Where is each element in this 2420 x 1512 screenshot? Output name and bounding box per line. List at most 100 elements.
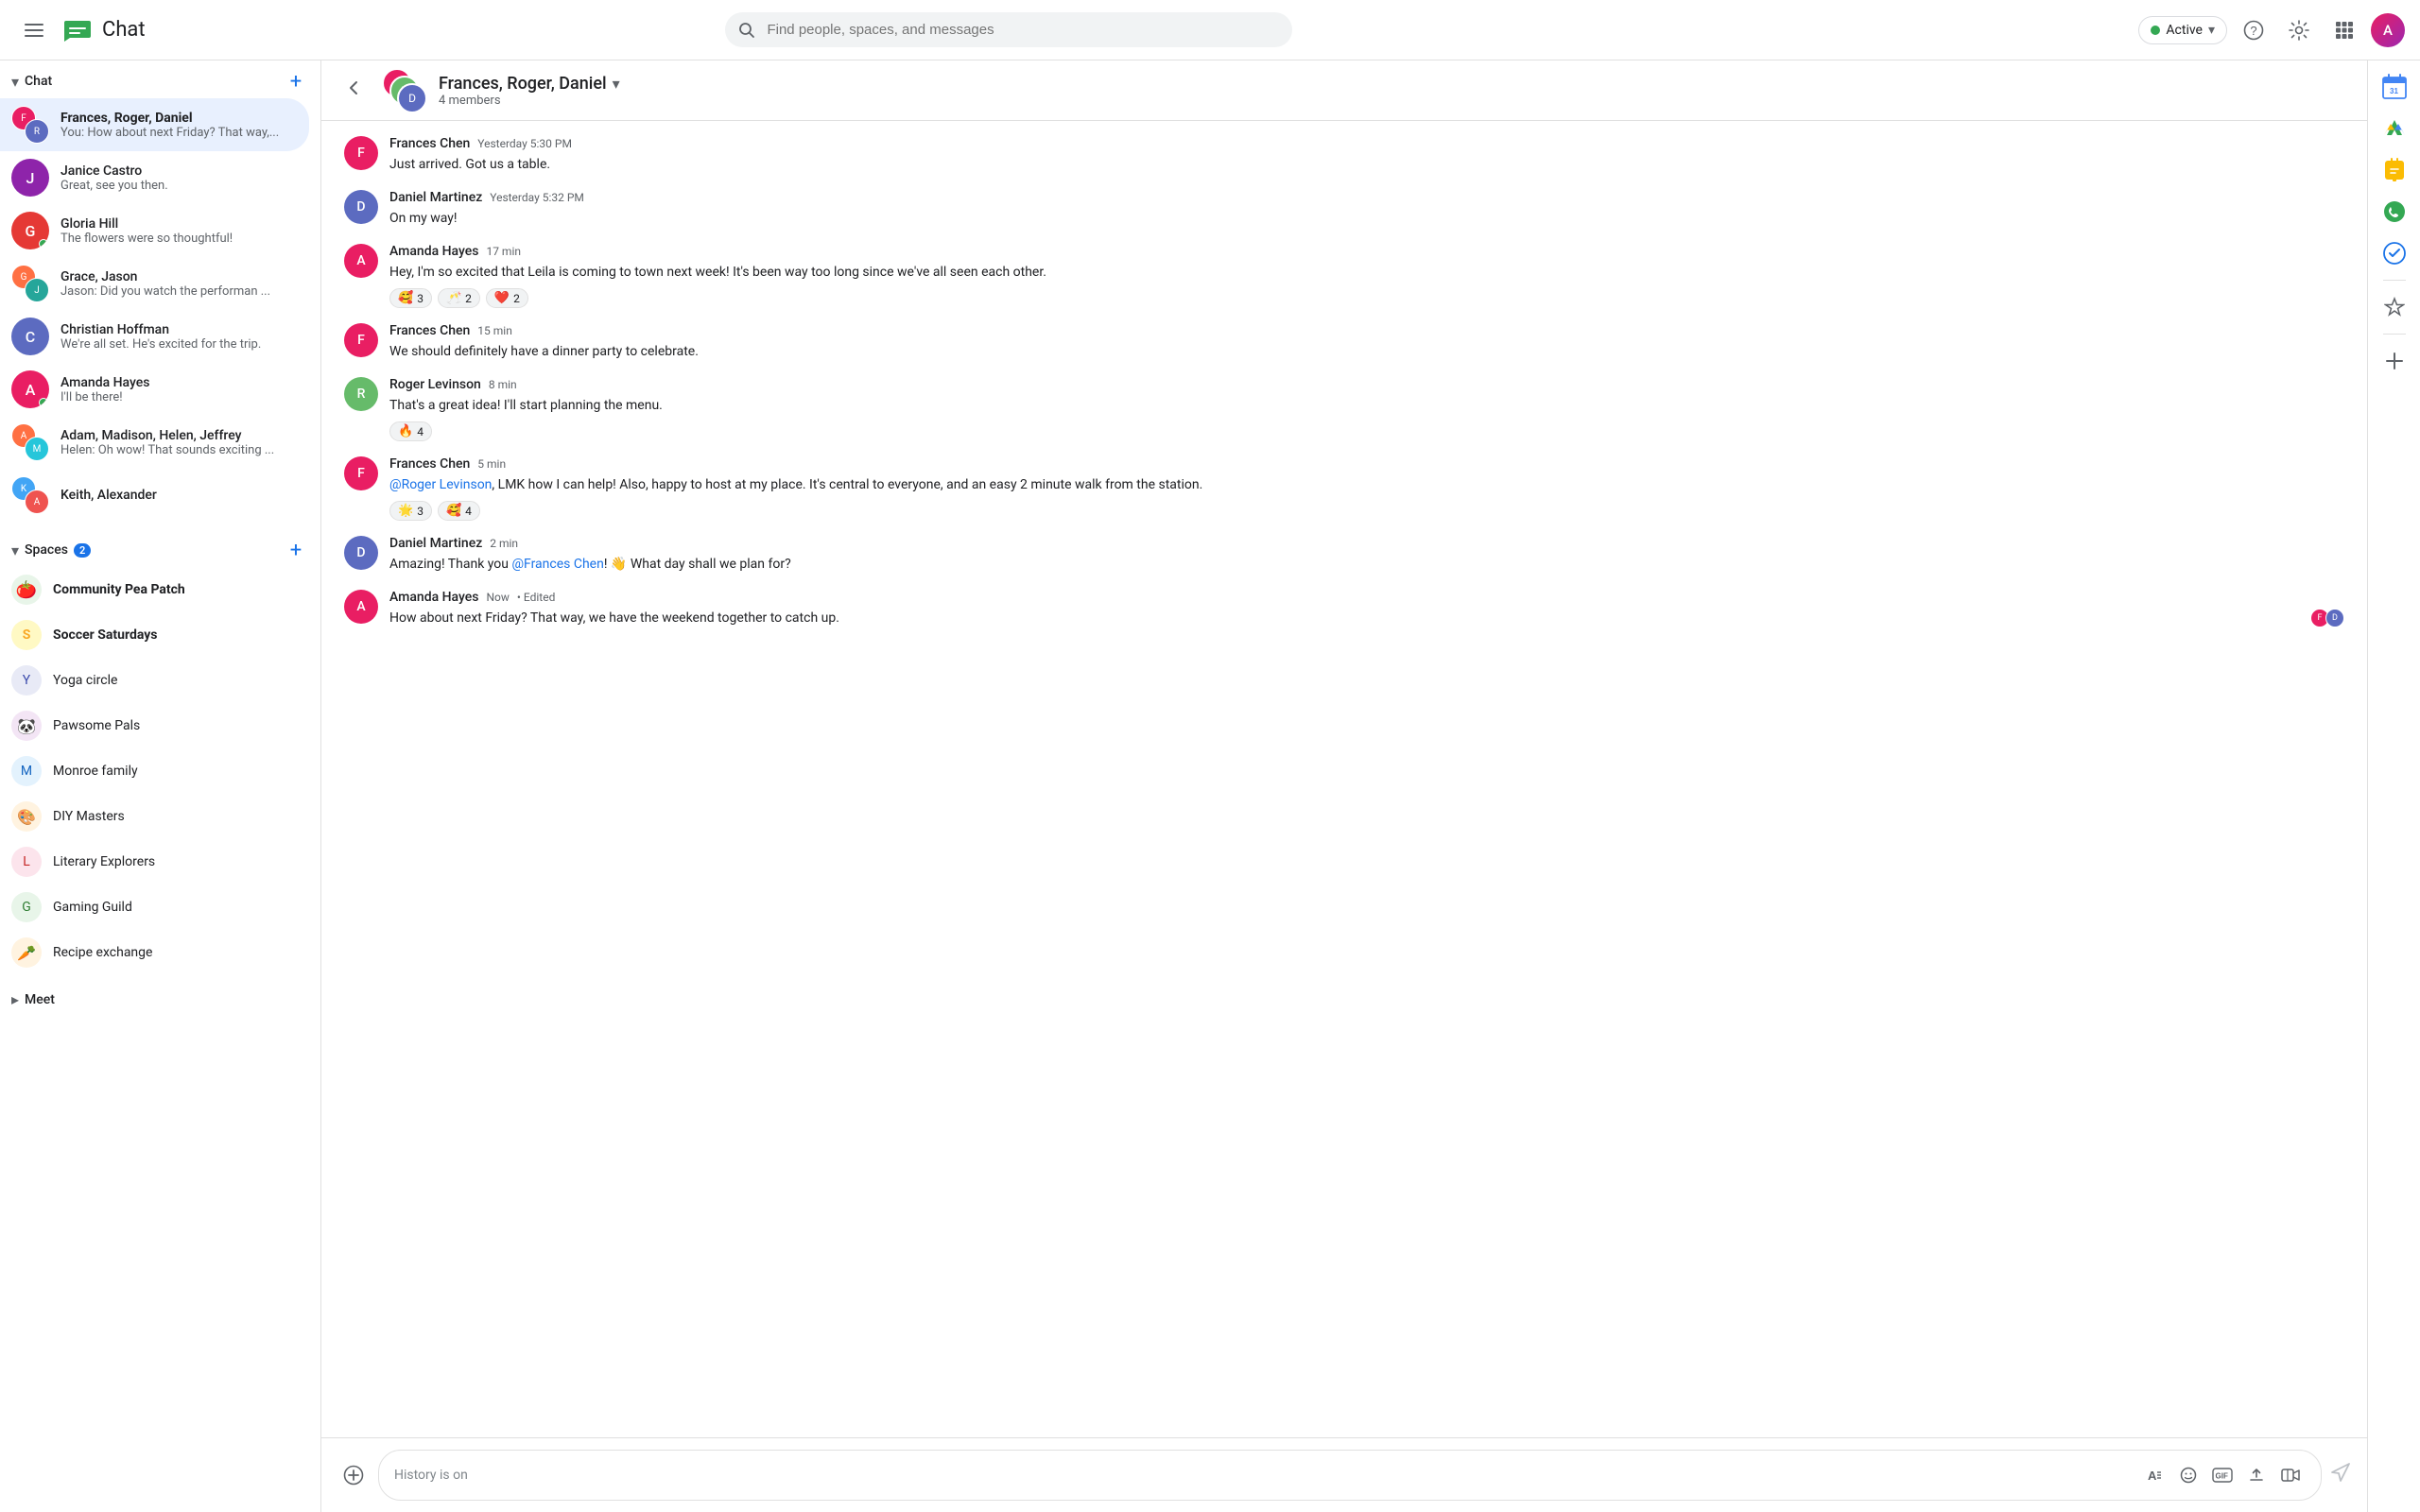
space-item-recipe-exchange[interactable]: 🥕 Recipe exchange: [0, 930, 309, 975]
msg-content-amanda-1: Amanda Hayes 17 min Hey, I'm so excited …: [389, 244, 2344, 308]
starred-button[interactable]: [2376, 288, 2413, 326]
chat-title-row: Frances, Roger, Daniel ▾: [439, 74, 2352, 94]
message-roger-greatidea: R Roger Levinson 8 min That's a great id…: [344, 377, 2344, 441]
video-call-button[interactable]: [2275, 1460, 2306, 1490]
space-item-pawsome-pals[interactable]: 🐼 Pawsome Pals: [0, 703, 309, 748]
add-attachment-button[interactable]: [337, 1458, 371, 1492]
reactions-roger: 🔥4: [389, 421, 2344, 441]
space-name-recipe-exchange: Recipe exchange: [53, 945, 152, 960]
help-button[interactable]: ?: [2235, 11, 2273, 49]
space-name-gaming-guild: Gaming Guild: [53, 900, 132, 915]
svg-text:A: A: [2148, 1469, 2157, 1483]
input-placeholder[interactable]: History is on: [394, 1468, 2132, 1483]
reaction-heart[interactable]: ❤️2: [486, 288, 528, 308]
space-item-literary-explorers[interactable]: L Literary Explorers: [0, 839, 309, 885]
google-phone-icon: [2383, 200, 2406, 223]
text-format-button[interactable]: A: [2139, 1460, 2169, 1490]
msg-sender-frances-1: Frances Chen: [389, 136, 470, 151]
conversation-item-christian-hoffman[interactable]: C Christian Hoffman We're all set. He's …: [0, 310, 309, 363]
meet-label: Meet: [25, 992, 55, 1007]
message-amanda-friday: A Amanda Hayes Now • Edited How about ne…: [344, 590, 2344, 628]
space-item-community-pea-patch[interactable]: 🍅 Community Pea Patch: [0, 567, 309, 612]
google-phone-button[interactable]: [2376, 193, 2413, 231]
apps-icon: [2335, 21, 2354, 40]
add-app-button[interactable]: [2376, 342, 2413, 380]
msg-header-frances-1: Frances Chen Yesterday 5:30 PM: [389, 136, 2344, 151]
conversation-item-adam-madison[interactable]: A M Adam, Madison, Helen, Jeffrey Helen:…: [0, 416, 309, 469]
msg-time-frances-1: Yesterday 5:30 PM: [477, 137, 572, 150]
group-avatar-frances-roger-daniel: F R: [11, 106, 49, 144]
msg-avatar-roger: R: [344, 377, 378, 411]
space-item-monroe-family[interactable]: M Monroe family: [0, 748, 309, 794]
msg-avatar-amanda-1: A: [344, 244, 378, 278]
reaction-emoji: 🥰: [446, 504, 461, 518]
chat-logo: [60, 13, 95, 47]
conversation-item-janice-castro[interactable]: J Janice Castro Great, see you then.: [0, 151, 309, 204]
chat-header: F R D Frances, Roger, Daniel ▾ 4 members: [321, 60, 2367, 121]
input-toolbar: A: [2139, 1460, 2306, 1490]
msg-header-frances-3: Frances Chen 5 min: [389, 456, 2344, 472]
space-name-community-pea-patch: Community Pea Patch: [53, 582, 185, 597]
google-tasks-button[interactable]: [2376, 234, 2413, 272]
reaction-clinking[interactable]: 🥂2: [438, 288, 480, 308]
reaction-count: 2: [513, 292, 520, 305]
meet-section[interactable]: ▸ Meet: [0, 983, 320, 1016]
user-avatar[interactable]: A: [2371, 13, 2405, 47]
right-divider: [2383, 280, 2406, 281]
reaction-fire[interactable]: 🔥4: [389, 421, 432, 441]
conversation-item-amanda-hayes[interactable]: A Amanda Hayes I'll be there!: [0, 363, 309, 416]
reaction-hugging[interactable]: 🥰4: [438, 501, 480, 521]
reaction-count: 4: [465, 505, 472, 518]
status-button[interactable]: Active ▾: [2138, 16, 2227, 44]
conversation-name: Janice Castro: [60, 163, 298, 179]
google-keep-button[interactable]: [2376, 151, 2413, 189]
hamburger-menu[interactable]: [15, 11, 53, 49]
svg-text:?: ?: [2250, 24, 2256, 38]
conversation-item-grace-jason[interactable]: G J Grace, Jason Jason: Did you watch th…: [0, 257, 309, 310]
chat-section-label: Chat: [25, 74, 52, 89]
msg-header-amanda-1: Amanda Hayes 17 min: [389, 244, 2344, 259]
space-item-diy-masters[interactable]: 🎨 DIY Masters: [0, 794, 309, 839]
conversation-item-keith-alexander[interactable]: K A Keith, Alexander: [0, 469, 309, 522]
mention-frances[interactable]: @Frances Chen: [511, 557, 603, 572]
conversation-item-gloria-hill[interactable]: G Gloria Hill The flowers were so though…: [0, 204, 309, 257]
reaction-count: 4: [417, 425, 424, 438]
chat-header-info: Frances, Roger, Daniel ▾ 4 members: [439, 74, 2352, 108]
settings-button[interactable]: [2280, 11, 2318, 49]
google-drive-button[interactable]: [2376, 110, 2413, 147]
space-item-gaming-guild[interactable]: G Gaming Guild: [0, 885, 309, 930]
upload-button[interactable]: [2241, 1460, 2272, 1490]
conversation-preview: We're all set. He's excited for the trip…: [60, 337, 298, 352]
space-item-soccer-saturdays[interactable]: S Soccer Saturdays: [0, 612, 309, 658]
msg-avatar-daniel-1: D: [344, 190, 378, 224]
space-name-diy-masters: DIY Masters: [53, 809, 125, 824]
new-chat-button[interactable]: +: [283, 68, 309, 94]
conversation-item-frances-roger-daniel[interactable]: F R Frances, Roger, Daniel You: How abou…: [0, 98, 309, 151]
space-item-yoga-circle[interactable]: Y Yoga circle: [0, 658, 309, 703]
msg-content-roger: Roger Levinson 8 min That's a great idea…: [389, 377, 2344, 441]
chat-section-header[interactable]: ▾ Chat +: [0, 60, 320, 98]
back-button[interactable]: [337, 71, 371, 110]
emoji-button[interactable]: [2173, 1460, 2204, 1490]
gif-button[interactable]: GIF: [2207, 1460, 2238, 1490]
mention-roger[interactable]: @Roger Levinson: [389, 477, 492, 492]
google-calendar-button[interactable]: 31: [2376, 68, 2413, 106]
msg-time-roger: 8 min: [489, 378, 517, 391]
msg-time-amanda-1: 17 min: [486, 245, 521, 258]
new-space-button[interactable]: +: [283, 537, 309, 563]
apps-button[interactable]: [2325, 11, 2363, 49]
spaces-section-header[interactable]: ▾ Spaces 2 +: [0, 529, 320, 567]
global-search-input[interactable]: [725, 12, 1292, 47]
space-avatar-gaming-guild: G: [11, 892, 42, 922]
conversation-content-gloria: Gloria Hill The flowers were so thoughtf…: [60, 216, 298, 246]
add-icon: [2384, 351, 2405, 371]
reaction-star[interactable]: 🌟3: [389, 501, 432, 521]
send-button[interactable]: [2329, 1461, 2352, 1489]
reaction-heart-eyes[interactable]: 🥰3: [389, 288, 432, 308]
global-header: Chat Active ▾ ?: [0, 0, 2420, 60]
chat-dropdown-icon[interactable]: ▾: [613, 75, 620, 93]
msg-text-roger: That's a great idea! I'll start planning…: [389, 396, 2344, 416]
space-name-soccer-saturdays: Soccer Saturdays: [53, 627, 157, 643]
reaction-count: 2: [465, 292, 472, 305]
msg-header-amanda-2: Amanda Hayes Now • Edited: [389, 590, 2344, 605]
